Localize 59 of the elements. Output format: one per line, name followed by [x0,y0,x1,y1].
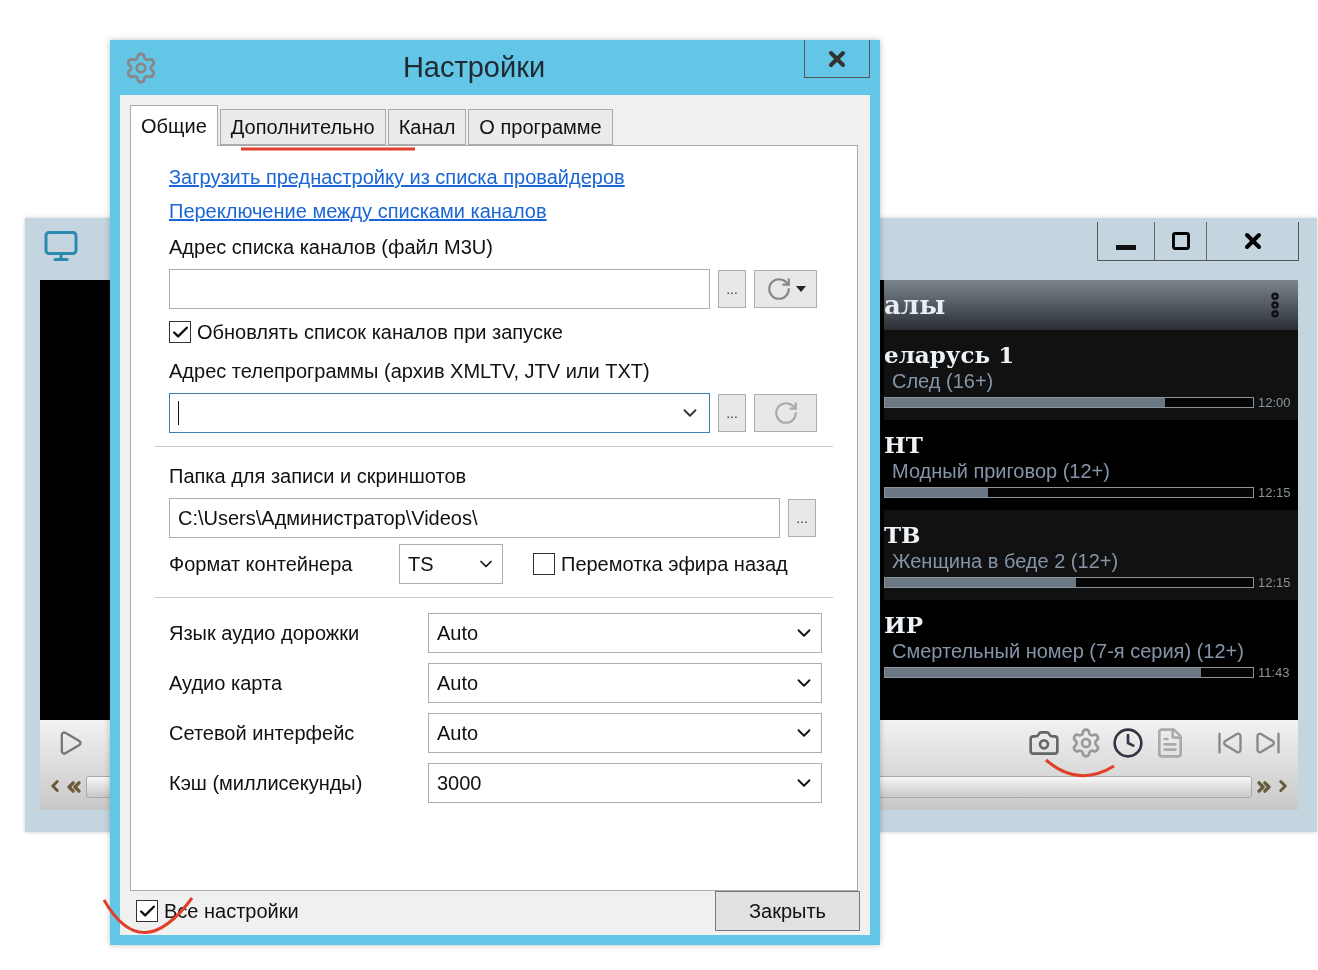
refresh-button[interactable] [754,270,817,308]
tv-icon [43,228,79,264]
clock-icon[interactable] [1112,727,1144,759]
dropdown-select[interactable]: 3000 [428,763,822,803]
program-title: Модный приговор (12+) [891,459,1111,483]
checkbox[interactable] [533,553,555,575]
channel-item[interactable]: еларусь 1 След (16+) 12:00 [884,330,1298,420]
tab[interactable]: Дополнительно [219,109,386,145]
end-time: 12:00 [1258,394,1292,410]
field-label: Язык аудио дорожки [169,621,361,645]
program-title: Смертельный номер (7-я серия) (12+) [891,639,1245,663]
link[interactable]: Загрузить преднастройку из списка провайдеров [169,160,625,194]
checkbox-label: Перемотка эфира назад [561,552,788,576]
combo-field[interactable] [169,393,710,433]
program-title: След (16+) [891,369,995,393]
channel-name: НТ [884,430,924,458]
link[interactable]: Переключение между списками каналов [169,194,547,228]
refresh-icon [765,276,792,302]
channel-item[interactable]: ТВ Женщина в беде 2 (12+) 12:15 [884,510,1298,600]
tab[interactable]: О программе [468,109,613,145]
checkbox[interactable] [169,321,191,343]
browse-button[interactable]: ... [718,270,746,308]
close-button[interactable] [804,40,870,78]
panel-title: алы [884,290,946,320]
field-label: Адрес телепрограммы (архив XMLTV, JTV или TXT) [169,359,650,383]
channel-name: ИР [884,610,925,638]
checkbox-label: Обновлять список каналов при запуске [197,320,563,344]
field-label: Сетевой интерфейс [169,721,356,745]
tab[interactable]: Общие [130,105,218,146]
format-select[interactable]: TS [399,544,503,584]
minimize-icon [1116,244,1136,250]
settings-icon [124,50,158,85]
end-time: 12:15 [1258,484,1292,500]
field-label: Формат контейнера [169,552,354,576]
dropdown-select[interactable]: Auto [428,663,822,703]
refresh-icon [772,400,799,426]
browse-button[interactable]: ... [788,499,816,537]
field-label: Адрес списка каналов (файл M3U) [169,235,493,259]
browse-button[interactable]: ... [718,394,746,432]
end-time: 12:15 [1258,574,1292,590]
field-label: Аудио карта [169,671,284,695]
dropdown-select[interactable]: Auto [428,613,822,653]
program-title: Женщина в беде 2 (12+) [891,549,1120,573]
field-label: Папка для записи и скриншотов [169,464,467,488]
close-dialog-button[interactable]: Закрыть [715,891,860,931]
input-field[interactable]: C:\Users\Администратор\Videos\ [169,498,780,538]
field-label: Кэш (миллисекунды) [169,771,364,795]
channel-name: еларусь 1 [884,340,1016,368]
maximize-icon [1170,231,1191,251]
checkbox[interactable] [136,900,158,922]
annotation-curve [1044,758,1116,778]
caret-icon [795,286,806,292]
dropdown-select[interactable]: Auto [428,713,822,753]
channel-name: ТВ [884,520,922,548]
settings-icon[interactable] [1070,727,1102,759]
input-field[interactable] [169,269,710,309]
tab[interactable]: Канал [387,109,467,145]
end-time: 11:43 [1258,664,1291,680]
dialog-title: Настройки [401,51,547,84]
